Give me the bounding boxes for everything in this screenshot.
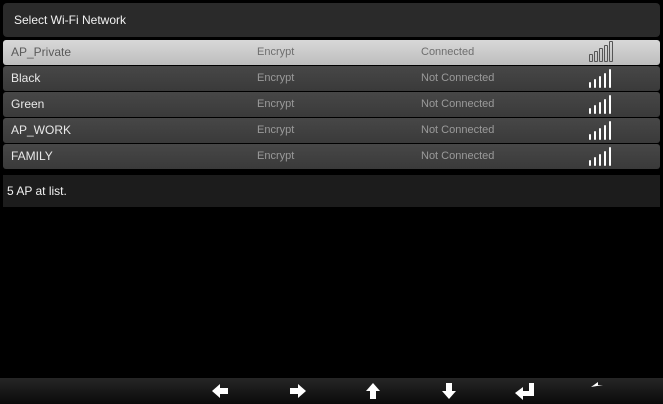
enter-icon xyxy=(515,383,534,400)
signal-bar xyxy=(609,147,611,166)
back-icon xyxy=(591,382,603,387)
signal-bar xyxy=(589,134,591,140)
signal-bar xyxy=(604,45,608,62)
signal-bar xyxy=(609,41,613,62)
arrow-right-icon xyxy=(290,384,306,398)
title-bar: Select Wi-Fi Network xyxy=(3,3,660,37)
wifi-select-screen: Select Wi-Fi Network AP_Private Encrypt … xyxy=(0,0,663,404)
signal-bar xyxy=(604,99,606,114)
network-ssid: Green xyxy=(11,97,45,111)
network-status: Not Connected xyxy=(421,150,495,162)
network-row-ap-private[interactable]: AP_Private Encrypt Connected xyxy=(3,40,660,65)
signal-bar xyxy=(604,151,606,166)
arrow-up-icon xyxy=(366,383,380,399)
signal-bar xyxy=(604,125,606,140)
signal-bar xyxy=(594,79,596,88)
network-row-green[interactable]: Green Encrypt Not Connected xyxy=(3,92,660,117)
signal-bar xyxy=(594,51,598,62)
network-encryption: Encrypt xyxy=(257,124,295,136)
signal-bar xyxy=(589,54,593,62)
network-status: Not Connected xyxy=(421,124,495,136)
network-encryption: Encrypt xyxy=(257,150,295,162)
signal-bar xyxy=(594,131,596,140)
network-list: AP_Private Encrypt Connected Black Encry… xyxy=(3,40,660,170)
network-ssid: Black xyxy=(11,71,41,85)
network-status: Not Connected xyxy=(421,72,495,84)
enter-button[interactable] xyxy=(507,378,543,404)
network-ssid: AP_Private xyxy=(11,45,72,59)
network-row-black[interactable]: Black Encrypt Not Connected xyxy=(3,66,660,91)
up-button[interactable] xyxy=(355,378,391,404)
network-status: Not Connected xyxy=(421,98,495,110)
back-button[interactable] xyxy=(582,378,618,404)
signal-bar xyxy=(609,69,611,88)
signal-bar xyxy=(599,48,603,62)
status-bar: 5 AP at list. xyxy=(3,175,660,207)
signal-bar xyxy=(609,121,611,140)
signal-bar xyxy=(589,108,591,114)
network-row-family[interactable]: FAMILY Encrypt Not Connected xyxy=(3,144,660,169)
right-button[interactable] xyxy=(280,378,316,404)
signal-bar xyxy=(589,82,591,88)
signal-bar xyxy=(599,154,601,166)
signal-strength-icon xyxy=(589,120,617,140)
signal-bar xyxy=(594,105,596,114)
signal-bar xyxy=(599,128,601,140)
network-encryption: Encrypt xyxy=(257,98,295,110)
network-status: Connected xyxy=(421,46,475,58)
left-button[interactable] xyxy=(202,378,238,404)
arrow-down-icon xyxy=(442,383,456,399)
signal-bar xyxy=(599,102,601,114)
network-ssid: FAMILY xyxy=(11,149,53,163)
arrow-left-icon xyxy=(212,384,228,398)
signal-bar xyxy=(589,160,591,166)
signal-bar xyxy=(594,157,596,166)
signal-bar xyxy=(599,76,601,88)
network-ssid: AP_WORK xyxy=(11,123,72,137)
navigation-bar xyxy=(0,378,663,404)
signal-bar xyxy=(609,95,611,114)
down-button[interactable] xyxy=(431,378,467,404)
network-encryption: Encrypt xyxy=(257,46,295,58)
network-row-ap-work[interactable]: AP_WORK Encrypt Not Connected xyxy=(3,118,660,143)
signal-strength-icon xyxy=(589,94,617,114)
network-encryption: Encrypt xyxy=(257,72,295,84)
signal-strength-icon xyxy=(589,41,617,62)
signal-strength-icon xyxy=(589,146,617,166)
page-title: Select Wi-Fi Network xyxy=(14,13,127,27)
signal-strength-icon xyxy=(589,68,617,88)
signal-bar xyxy=(604,73,606,88)
ap-count-text: 5 AP at list. xyxy=(7,184,67,198)
